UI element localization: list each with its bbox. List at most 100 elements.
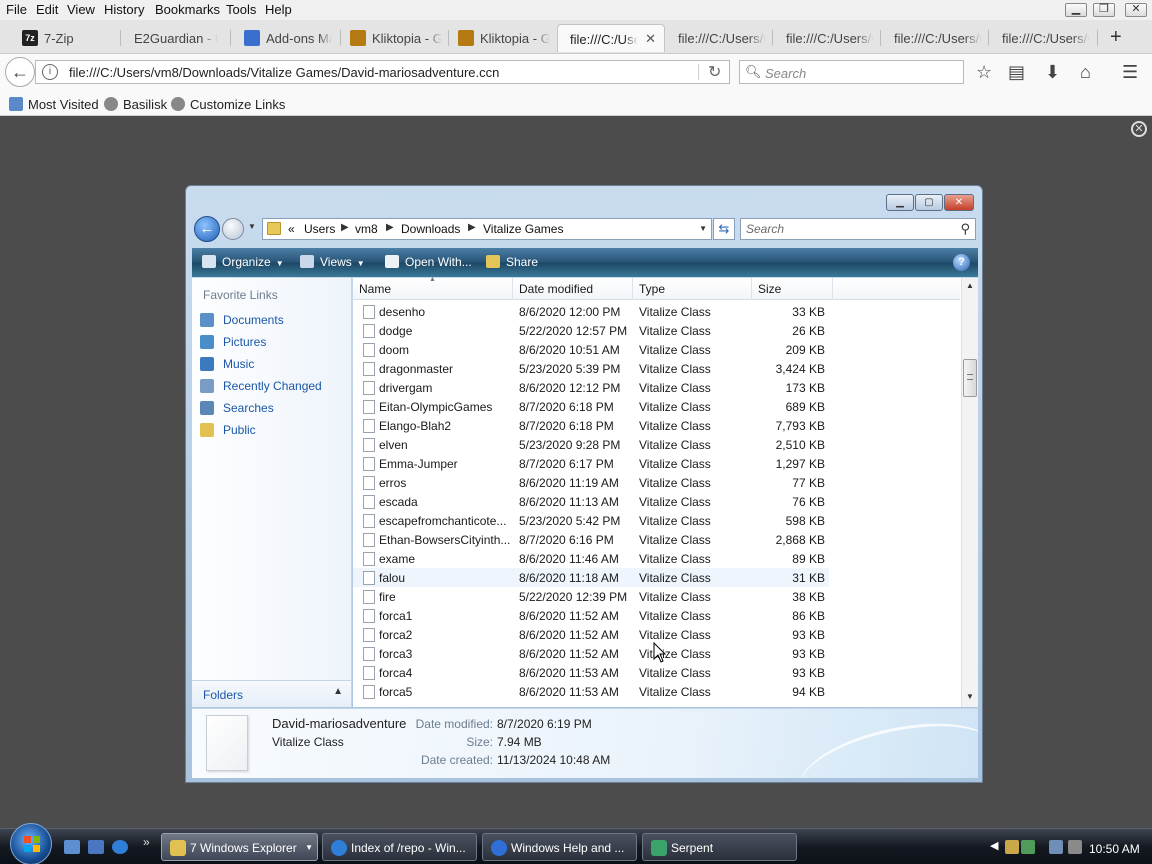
column-header-name[interactable]: Name ▲ [353, 276, 513, 300]
show-desktop-icon[interactable] [64, 840, 80, 854]
bookmark-basilisk[interactable]: Basilisk [104, 97, 167, 112]
favorite-link-documents[interactable]: Documents [200, 313, 284, 327]
breadcrumb-users[interactable]: Users [304, 222, 335, 236]
file-row[interactable]: drivergam 8/6/2020 12:12 PM Vitalize Class… [353, 378, 829, 397]
bookmark-star-icon[interactable]: ☆ [976, 62, 992, 83]
tab-7zip[interactable]: 7z 7-Zip [14, 24, 114, 52]
tab-addons-manager[interactable]: Add-ons Manager [236, 24, 336, 52]
file-row[interactable]: erros 8/6/2020 11:19 AM Vitalize Class 77 K… [353, 473, 829, 492]
file-row[interactable]: Ethan-BowsersCityinth... 8/7/2020 6:16 PM… [353, 530, 829, 549]
tab-kliktopia-1[interactable]: Kliktopia - Game [342, 24, 446, 52]
tray-app-icon[interactable] [1005, 840, 1019, 854]
ie-icon[interactable] [112, 840, 128, 854]
favorite-link-searches[interactable]: Searches [200, 401, 274, 415]
downloads-icon[interactable]: ⬇ [1045, 62, 1060, 83]
network-icon[interactable] [1049, 840, 1063, 854]
chevron-right-icon[interactable]: ▶ [386, 222, 394, 233]
tray-app-icon[interactable] [1021, 840, 1035, 854]
file-row[interactable]: dragonmaster 5/23/2020 5:39 PM Vitalize Cl… [353, 359, 829, 378]
quick-launch-overflow[interactable]: » [143, 835, 150, 849]
reload-icon[interactable]: ↻ [708, 62, 721, 82]
explorer-forward-button[interactable] [222, 218, 244, 240]
home-icon[interactable]: ⌂ [1080, 62, 1091, 83]
file-row[interactable]: forca5 8/6/2020 11:53 AM Vitalize Class 94 … [353, 682, 829, 701]
back-button[interactable]: ← [5, 57, 35, 87]
task-windows-explorer[interactable]: 7 Windows Explorer ▼ [161, 833, 318, 861]
tab-file-5[interactable]: file:///C:/Users/vm8 [990, 24, 1094, 52]
menu-file[interactable]: File [6, 2, 27, 17]
url-text[interactable]: file:///C:/Users/vm8/Downloads/Vitalize … [69, 65, 499, 80]
clock[interactable]: 10:50 AM [1089, 842, 1140, 856]
file-row[interactable]: forca2 8/6/2020 11:52 AM Vitalize Class 93 … [353, 625, 829, 644]
task-index-of-repo[interactable]: Index of /repo - Win... [322, 833, 477, 861]
tab-file-2[interactable]: file:///C:/Users/vm8 [666, 24, 770, 52]
tab-file-3[interactable]: file:///C:/Users/vm8 [774, 24, 878, 52]
scrollbar-thumb[interactable] [963, 359, 977, 397]
site-info-icon[interactable]: i [42, 64, 58, 80]
menu-tools[interactable]: Tools [226, 2, 256, 17]
file-row[interactable]: Emma-Jumper 8/7/2020 6:17 PM Vitalize Clas… [353, 454, 829, 473]
file-row[interactable]: doom 8/6/2020 10:51 AM Vitalize Class 209 K… [353, 340, 829, 359]
minimize-button[interactable]: ▁ [1065, 3, 1087, 17]
tab-file-4[interactable]: file:///C:/Users/vm8 [882, 24, 986, 52]
file-row[interactable]: falou 8/6/2020 11:18 AM Vitalize Class 31 K… [353, 568, 829, 587]
bookmark-most-visited[interactable]: Most Visited [9, 97, 99, 112]
column-header-date-modified[interactable]: Date modified [513, 278, 633, 300]
favorite-link-recently-changed[interactable]: Recently Changed [200, 379, 322, 393]
favorite-link-pictures[interactable]: Pictures [200, 335, 266, 349]
volume-muted-icon[interactable] [1068, 840, 1082, 854]
menu-hamburger-icon[interactable]: ☰ [1122, 62, 1138, 83]
open-with-button[interactable]: Open With... [385, 255, 472, 269]
breadcrumb-overflow[interactable]: « [288, 222, 295, 236]
breadcrumb-downloads[interactable]: Downloads [401, 222, 460, 236]
file-row[interactable]: elven 5/23/2020 9:28 PM Vitalize Class 2,51… [353, 435, 829, 454]
url-bar[interactable]: i file:///C:/Users/vm8/Downloads/Vitaliz… [35, 60, 730, 84]
vertical-scrollbar[interactable]: ▲ ▼ [961, 278, 978, 707]
scroll-down-icon[interactable]: ▼ [966, 692, 974, 701]
menu-history[interactable]: History [104, 2, 144, 17]
explorer-back-button[interactable]: ← [194, 216, 220, 242]
file-row[interactable]: Elango-Blah2 8/7/2020 6:18 PM Vitalize Cla… [353, 416, 829, 435]
file-row[interactable]: forca4 8/6/2020 11:53 AM Vitalize Class 93 … [353, 663, 829, 682]
restore-button[interactable]: ❐ [1093, 3, 1115, 17]
file-row[interactable]: desenho 8/6/2020 12:00 PM Vitalize Class 33… [353, 302, 829, 321]
chevron-down-icon[interactable]: ▼ [699, 224, 707, 233]
column-header-type[interactable]: Type [633, 278, 752, 300]
tab-kliktopia-2[interactable]: Kliktopia - Game [450, 24, 554, 52]
tab-file-active[interactable]: file:///C:/Users/vm8 ✕ [557, 24, 665, 52]
explorer-close-button[interactable]: ✕ [944, 194, 974, 211]
tray-expand-icon[interactable]: ◀ [990, 839, 998, 852]
menu-edit[interactable]: Edit [36, 2, 58, 17]
close-window-button[interactable]: ✕ [1125, 3, 1147, 17]
start-button[interactable] [10, 823, 52, 864]
chevron-right-icon[interactable]: ▶ [468, 222, 476, 233]
file-row[interactable]: exame 8/6/2020 11:46 AM Vitalize Class 89 K… [353, 549, 829, 568]
task-serpent[interactable]: Serpent [642, 833, 797, 861]
share-button[interactable]: Share [486, 255, 538, 269]
menu-help[interactable]: Help [265, 2, 292, 17]
switch-windows-icon[interactable] [88, 840, 104, 854]
task-windows-help[interactable]: Windows Help and ... [482, 833, 637, 861]
file-row[interactable]: escapefromchanticote... 5/23/2020 5:42 PM… [353, 511, 829, 530]
favorite-link-music[interactable]: Music [200, 357, 254, 371]
file-row[interactable]: Eitan-OlympicGames 8/7/2020 6:18 PM Vitali… [353, 397, 829, 416]
organize-button[interactable]: Organize ▼ [202, 255, 284, 269]
explorer-refresh-button[interactable]: ⇆ [713, 218, 735, 240]
folders-toggle[interactable]: Folders ▲ [192, 680, 351, 707]
explorer-minimize-button[interactable]: ▁ [886, 194, 914, 211]
file-row[interactable]: forca1 8/6/2020 11:52 AM Vitalize Class 86 … [353, 606, 829, 625]
scroll-up-icon[interactable]: ▲ [966, 281, 974, 290]
breadcrumb-vm8[interactable]: vm8 [355, 222, 378, 236]
help-button[interactable]: ? [953, 254, 970, 271]
file-row[interactable]: forca3 8/6/2020 11:52 AM Vitalize Class 93 … [353, 644, 829, 663]
column-header-size[interactable]: Size [752, 278, 833, 300]
views-button[interactable]: Views ▼ [300, 255, 365, 269]
viewer-close-icon[interactable]: ✕ [1131, 121, 1147, 137]
explorer-search-input[interactable]: Search ⚲ [740, 218, 976, 240]
explorer-address-bar[interactable]: « Users ▶ vm8 ▶ Downloads ▶ Vitalize Gam… [262, 218, 712, 240]
menu-bookmarks[interactable]: Bookmarks [155, 2, 220, 17]
search-icon[interactable]: ⚲ [960, 221, 970, 237]
favorite-link-public[interactable]: Public [200, 423, 256, 437]
file-row[interactable]: dodge 5/22/2020 12:57 PM Vitalize Class 26 … [353, 321, 829, 340]
explorer-maximize-button[interactable]: ▢ [915, 194, 943, 211]
